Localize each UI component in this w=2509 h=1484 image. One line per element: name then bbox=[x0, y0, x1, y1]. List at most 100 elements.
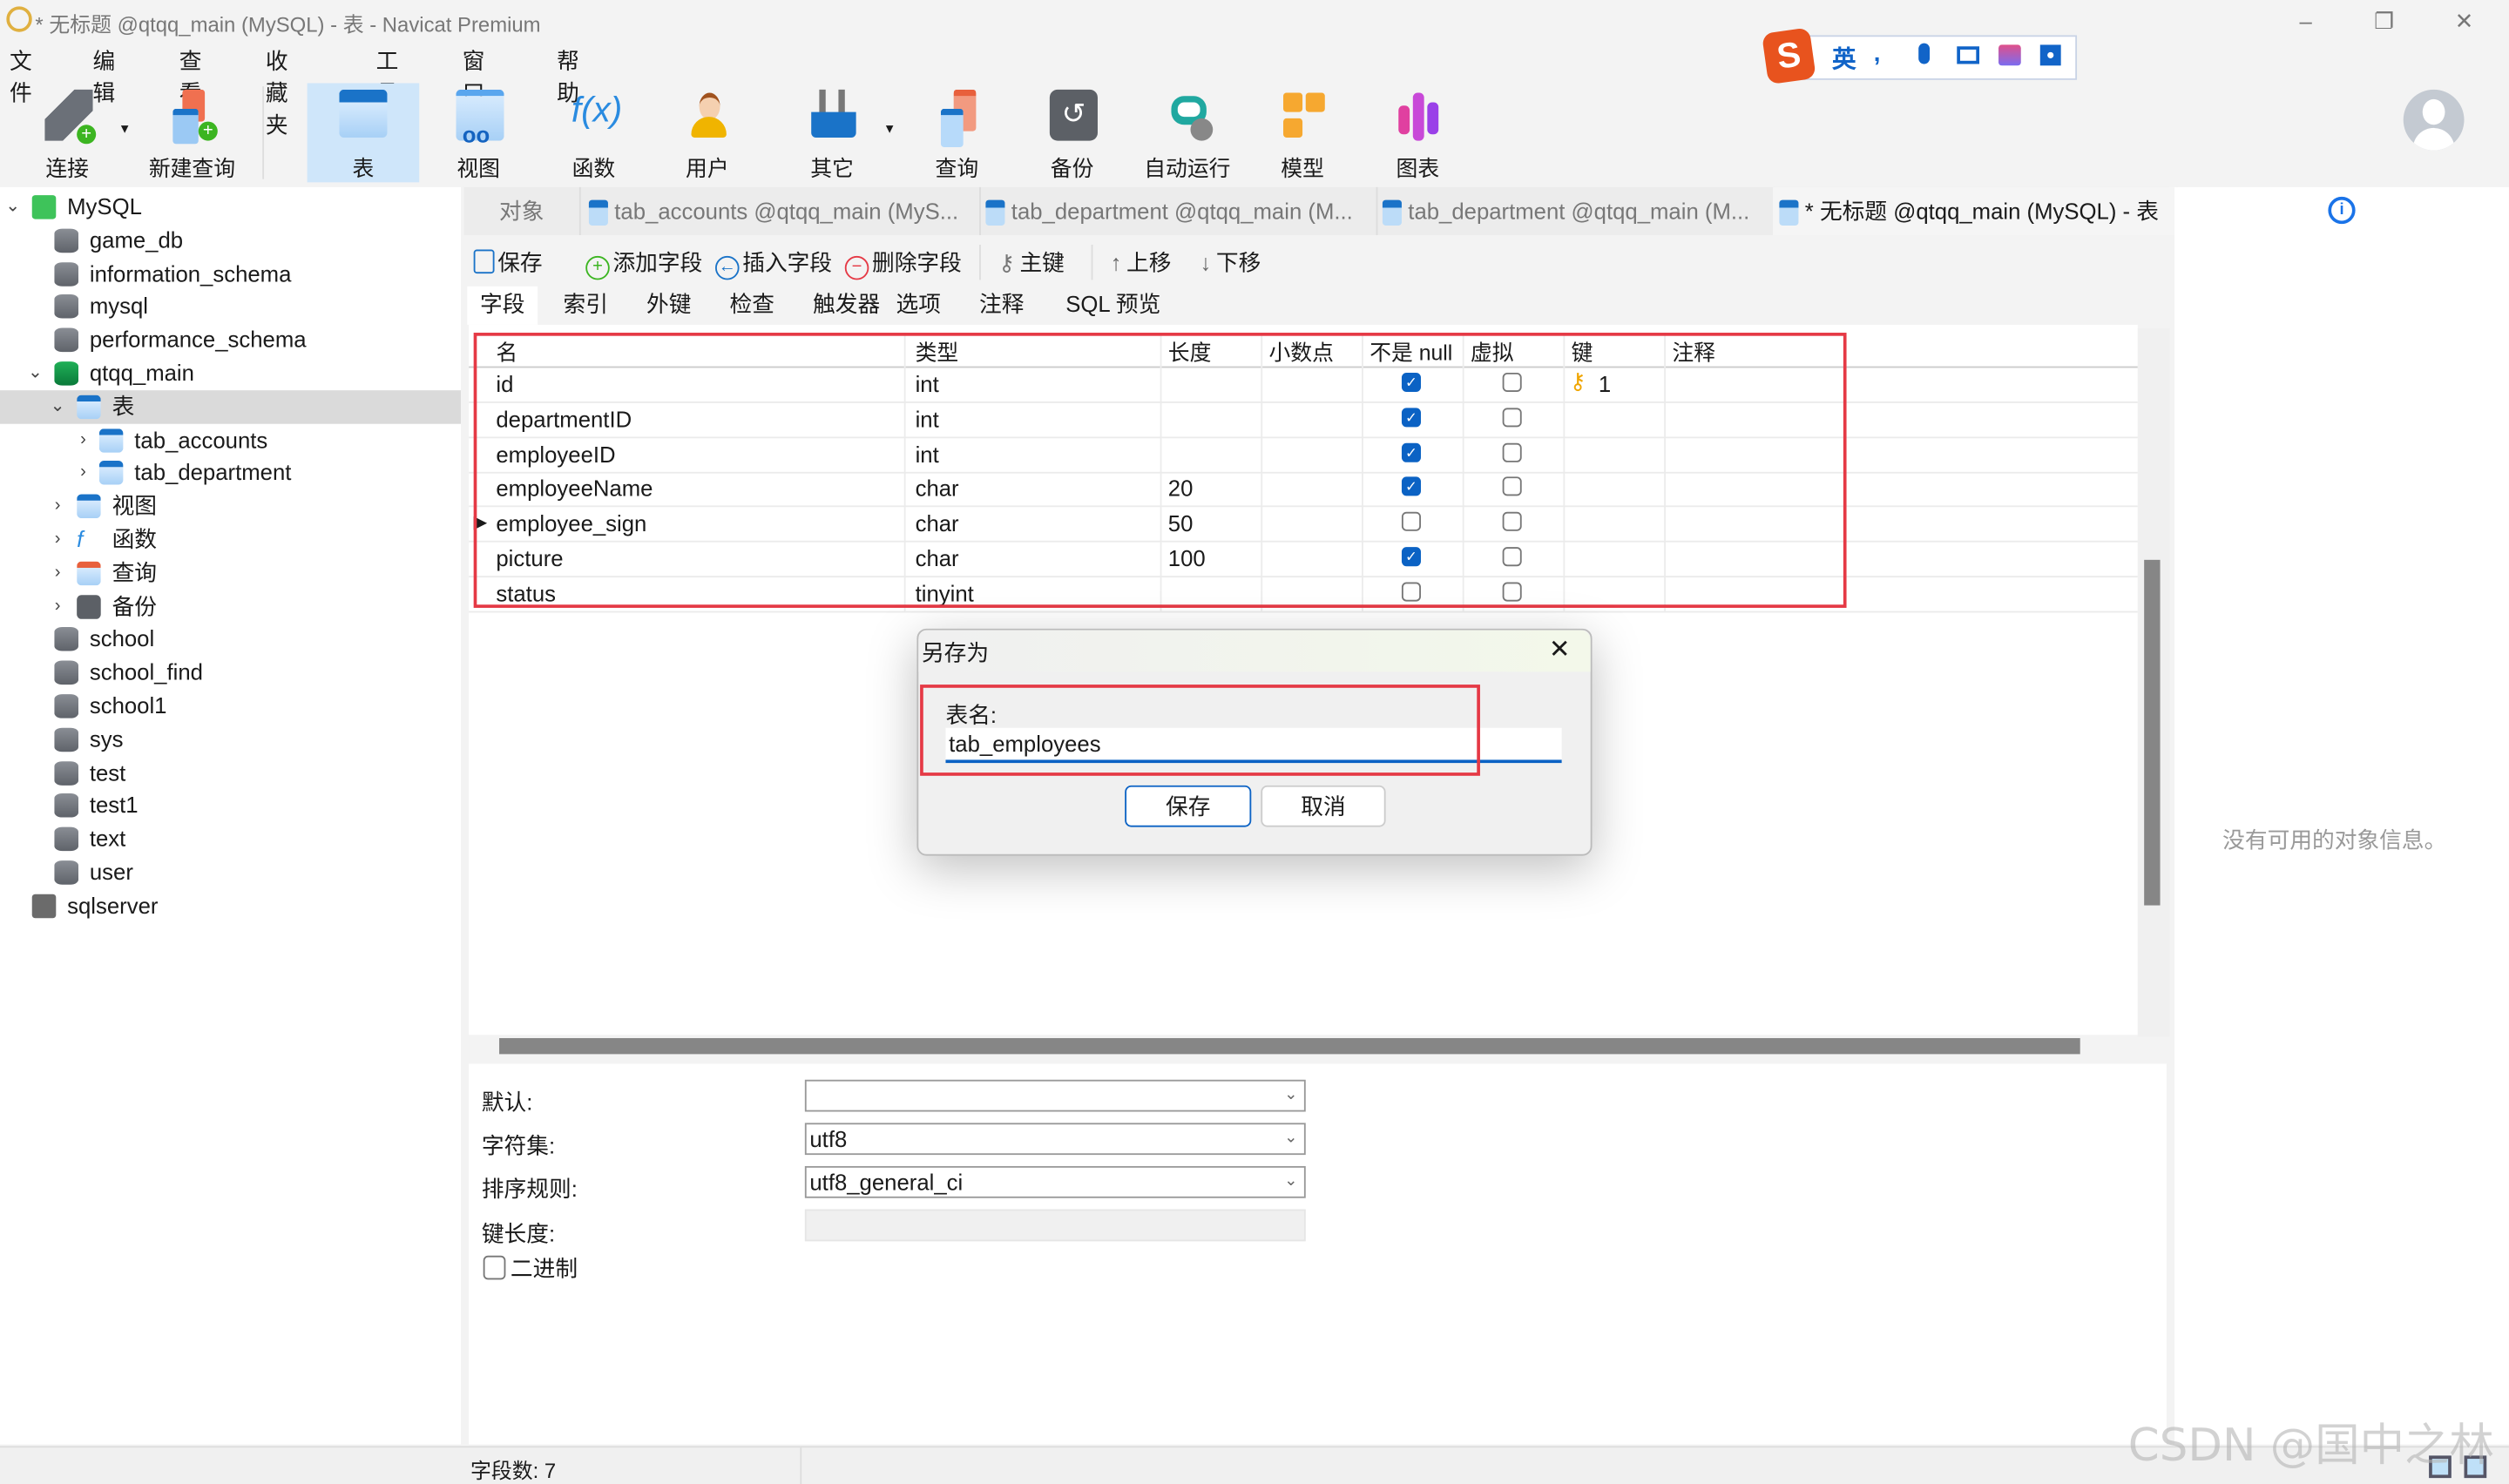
not-null-checkbox[interactable]: ✓ bbox=[1401, 407, 1421, 428]
cell-type[interactable]: tinyint bbox=[916, 580, 974, 605]
toolbar-automation-button[interactable]: 自动运行 bbox=[1133, 84, 1241, 183]
tree-item-test[interactable]: test bbox=[0, 756, 461, 790]
tab-untitled-table[interactable]: * 无标题 @qtqq_main (MySQL) - 表 bbox=[1773, 186, 2178, 235]
tree-item[interactable]: › 备份 bbox=[0, 590, 461, 624]
horizontal-scrollbar-thumb[interactable] bbox=[499, 1038, 2080, 1055]
virtual-checkbox[interactable] bbox=[1502, 582, 1522, 602]
cell-type[interactable]: int bbox=[916, 371, 939, 396]
toolbar-other-button[interactable]: 其它 bbox=[778, 84, 887, 183]
collation-select[interactable]: utf8_general_ci ⌄ bbox=[804, 1165, 1306, 1198]
not-null-checkbox[interactable] bbox=[1401, 582, 1421, 602]
chevron-right-icon[interactable]: › bbox=[48, 489, 67, 523]
toolbar-function-button[interactable]: f(x) 函数 bbox=[539, 84, 648, 183]
chevron-right-icon[interactable]: › bbox=[73, 423, 92, 457]
tree-item[interactable]: › f 函数 bbox=[0, 523, 461, 557]
toolbox-icon[interactable] bbox=[2039, 44, 2061, 66]
virtual-checkbox[interactable] bbox=[1502, 547, 1522, 567]
toolbar-chart-button[interactable]: 图表 bbox=[1363, 84, 1472, 183]
tree-item-school[interactable]: school bbox=[0, 623, 461, 657]
move-up-button[interactable]: ↑ 上移 bbox=[1111, 246, 1172, 279]
cell-length[interactable]: 20 bbox=[1168, 476, 1194, 501]
charset-select[interactable]: utf8 ⌄ bbox=[804, 1123, 1306, 1156]
tree-item-game_db[interactable]: game_db bbox=[0, 224, 461, 258]
toolbar-model-button[interactable]: 模型 bbox=[1248, 84, 1357, 183]
tree-item[interactable]: ⌄ 表 bbox=[0, 389, 461, 424]
virtual-checkbox[interactable] bbox=[1502, 442, 1522, 462]
tab-objects[interactable]: 对象 bbox=[464, 186, 581, 235]
cell-name[interactable]: id bbox=[496, 371, 513, 396]
not-null-checkbox[interactable]: ✓ bbox=[1401, 442, 1421, 462]
cell-name[interactable]: picture bbox=[496, 545, 563, 570]
not-null-checkbox[interactable]: ✓ bbox=[1401, 477, 1421, 497]
virtual-checkbox[interactable] bbox=[1502, 477, 1522, 497]
delete-field-button[interactable]: − 删除字段 bbox=[844, 246, 962, 280]
subtab-comment[interactable]: 注释 bbox=[966, 287, 1037, 325]
col-notnull-header[interactable]: 不是 null bbox=[1369, 334, 1452, 367]
chevron-right-icon[interactable]: › bbox=[73, 456, 92, 490]
col-comment-header[interactable]: 注释 bbox=[1672, 334, 1715, 367]
cell-name[interactable]: status bbox=[496, 580, 556, 605]
tree-item-tab_accounts[interactable]: › tab_accounts bbox=[0, 423, 461, 457]
tree-item[interactable]: › 查询 bbox=[0, 556, 461, 590]
cell-name[interactable]: employeeID bbox=[496, 441, 615, 466]
table-row[interactable]: ▶ employee_sign char 50 bbox=[469, 506, 2138, 543]
tree-item-qtqq_main[interactable]: ⌄ qtqq_main bbox=[0, 357, 461, 391]
tree-item-sys[interactable]: sys bbox=[0, 723, 461, 757]
toolbar-new-query-button[interactable]: + 新建查询 bbox=[138, 84, 247, 183]
virtual-checkbox[interactable] bbox=[1502, 407, 1522, 428]
not-null-checkbox[interactable]: ✓ bbox=[1401, 372, 1421, 392]
table-row[interactable]: employeeName char 20 ✓ bbox=[469, 471, 2138, 508]
vertical-scrollbar-thumb[interactable] bbox=[2144, 559, 2161, 906]
not-null-checkbox[interactable]: ✓ bbox=[1401, 547, 1421, 567]
not-null-checkbox[interactable] bbox=[1401, 512, 1421, 532]
toolbar-backup-button[interactable]: ↺ 备份 bbox=[1018, 84, 1126, 183]
cell-name[interactable]: departmentID bbox=[496, 406, 632, 431]
table-row[interactable]: departmentID int ✓ bbox=[469, 401, 2138, 438]
tree-item-school_find[interactable]: school_find bbox=[0, 656, 461, 690]
chevron-down-icon[interactable]: ⌄ bbox=[3, 191, 23, 225]
tree-item-information_schema[interactable]: information_schema bbox=[0, 257, 461, 291]
subtab-sql-preview[interactable]: SQL 预览 bbox=[1053, 287, 1173, 325]
subtab-fields[interactable]: 字段 bbox=[467, 286, 538, 325]
info-icon[interactable]: i bbox=[2328, 196, 2356, 225]
insert-field-button[interactable]: ← 插入字段 bbox=[715, 246, 832, 280]
subtab-foreign-keys[interactable]: 外键 bbox=[633, 287, 704, 325]
other-dropdown-icon[interactable]: ▼ bbox=[883, 122, 896, 137]
subtab-triggers[interactable]: 触发器 bbox=[800, 287, 893, 325]
col-decimals-header[interactable]: 小数点 bbox=[1269, 334, 1334, 367]
toolbar-user-button[interactable]: 用户 bbox=[653, 84, 761, 183]
ime-punct-icon[interactable]: , bbox=[1874, 40, 1881, 67]
table-row[interactable]: employeeID int ✓ bbox=[469, 436, 2138, 473]
tree-item-test1[interactable]: test1 bbox=[0, 789, 461, 823]
cell-length[interactable]: 100 bbox=[1168, 545, 1206, 570]
save-button[interactable]: 保存 bbox=[473, 246, 543, 279]
minimize-button[interactable]: – bbox=[2274, 3, 2337, 38]
cell-type[interactable]: int bbox=[916, 406, 939, 431]
chevron-down-icon[interactable]: ⌄ bbox=[48, 390, 67, 424]
subtab-options[interactable]: 选项 bbox=[883, 287, 954, 325]
dialog-save-button[interactable]: 保存 bbox=[1125, 785, 1252, 827]
tree-item-performance_schema[interactable]: performance_schema bbox=[0, 323, 461, 357]
table-row[interactable]: id int ✓ ⚷ 1 bbox=[469, 367, 2138, 403]
chevron-right-icon[interactable]: › bbox=[48, 556, 67, 590]
microphone-icon[interactable] bbox=[1918, 43, 1931, 64]
col-virtual-header[interactable]: 虚拟 bbox=[1471, 334, 1514, 367]
col-name-header[interactable]: 名 bbox=[496, 334, 517, 367]
toolbar-connect-button[interactable]: + 连接 bbox=[13, 84, 122, 183]
cell-key[interactable]: 1 bbox=[1599, 371, 1611, 396]
tree-item[interactable]: › 视图 bbox=[0, 489, 461, 523]
tree-item-tab_department[interactable]: › tab_department bbox=[0, 456, 461, 490]
table-row[interactable]: picture char 100 ✓ bbox=[469, 541, 2138, 578]
cell-type[interactable]: char bbox=[916, 476, 959, 501]
tree-item-text[interactable]: text bbox=[0, 822, 461, 856]
cell-length[interactable]: 50 bbox=[1168, 510, 1194, 536]
ime-toolbar[interactable]: S 英 , bbox=[1762, 27, 2078, 85]
tree-item-user[interactable]: user bbox=[0, 856, 461, 890]
tree-item-mysql[interactable]: ⌄ MySQL bbox=[0, 191, 461, 225]
user-avatar[interactable] bbox=[2403, 89, 2465, 151]
primary-key-button[interactable]: ⚷ 主键 bbox=[998, 246, 1065, 279]
cell-type[interactable]: int bbox=[916, 441, 939, 466]
table-row[interactable]: status tinyint bbox=[469, 576, 2138, 613]
cell-type[interactable]: char bbox=[916, 545, 959, 570]
tab-tab-accounts[interactable]: tab_accounts @qtqq_main (MyS... bbox=[583, 186, 981, 235]
